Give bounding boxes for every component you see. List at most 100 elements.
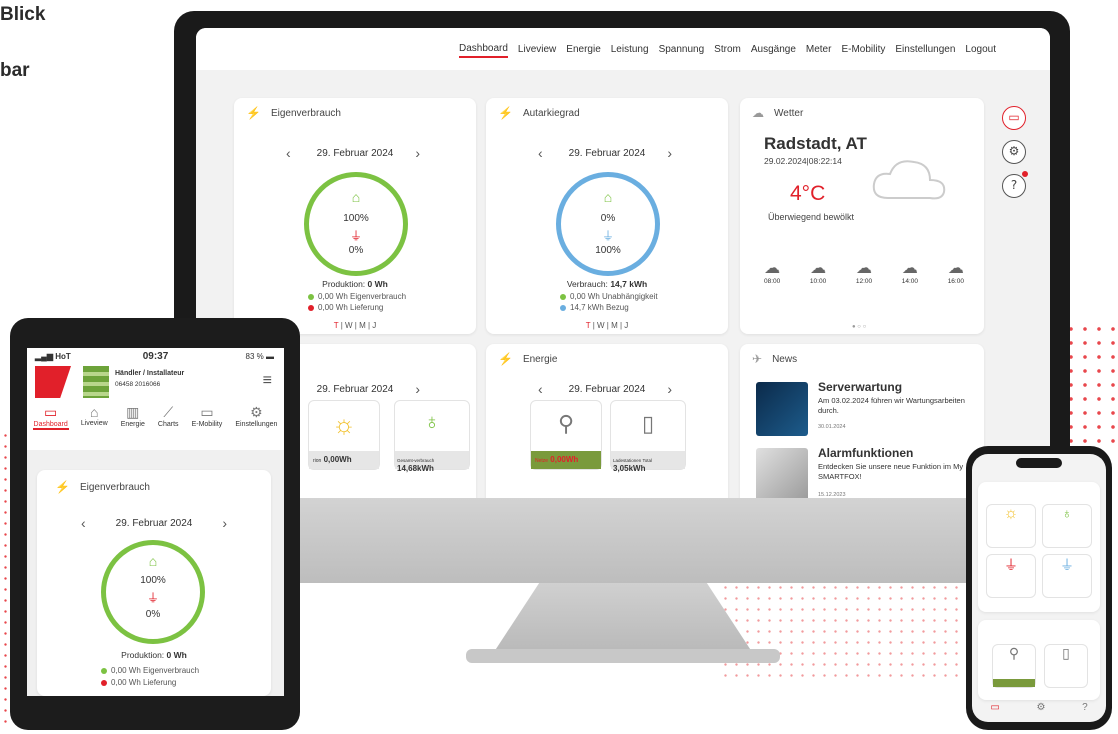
period-selector[interactable]: T | W | M | J bbox=[486, 321, 728, 330]
monitor-icon-button[interactable]: ▭ bbox=[1002, 106, 1026, 130]
battery-tile[interactable]: ⏚ bbox=[1042, 554, 1092, 598]
tablet-eigenverbrauch-card: ⚡ Eigenverbrauch ‹ 29. Februar 2024 › ⌂ 1… bbox=[37, 470, 271, 696]
nav-einstellungen[interactable]: Einstellungen bbox=[895, 42, 955, 57]
ring-top-value: 0% bbox=[600, 213, 616, 224]
news-date: 30.01.2024 bbox=[818, 424, 846, 430]
monitor-icon[interactable]: ▭ bbox=[990, 702, 999, 713]
news-image[interactable] bbox=[756, 448, 808, 498]
sun-icon: ☼ bbox=[1003, 505, 1019, 522]
charging-tile[interactable]: ▯ bbox=[1044, 644, 1088, 688]
card-title: Energie bbox=[522, 353, 558, 365]
phone-energie-card: ☼ ♁ ⏚ ⏚ bbox=[978, 482, 1100, 612]
grid-tile[interactable]: ⚲ Netze 0,00Wh bbox=[530, 400, 602, 470]
news-image[interactable] bbox=[756, 382, 808, 436]
nav-logout[interactable]: Logout bbox=[965, 42, 996, 57]
weather-datetime: 29.02.2024|08:22:14 bbox=[764, 156, 842, 166]
tab-energie[interactable]: ▥ Energie bbox=[121, 404, 145, 428]
tab-dashboard[interactable]: ▭ Dashboard bbox=[34, 404, 68, 428]
date-label: 29. Februar 2024 bbox=[115, 518, 193, 529]
prev-date-icon[interactable]: ‹ bbox=[286, 145, 291, 161]
cloud-icon: ☁ bbox=[901, 260, 918, 277]
nav-strom[interactable]: Strom bbox=[714, 42, 741, 57]
phone-screen: ☼ ♁ ⏚ ⏚ ⚲ ▯ ▭ ⚙ ? bbox=[972, 454, 1106, 722]
nav-liveview[interactable]: Liveview bbox=[518, 42, 556, 57]
solar-panel-icon: ⚡ bbox=[55, 480, 70, 494]
charger-icon: ▯ bbox=[1062, 645, 1070, 661]
pv-tile[interactable]: ☼ bbox=[986, 504, 1036, 548]
ring-bottom-value: 0% bbox=[348, 245, 364, 256]
nav-energie[interactable]: Energie bbox=[566, 42, 600, 57]
phone-bottom-nav: ▭ ⚙ ? bbox=[972, 702, 1106, 713]
power-pylon-icon: ⏚ bbox=[1060, 557, 1074, 573]
card-title: Eigenverbrauch bbox=[270, 107, 341, 119]
tab-charts[interactable]: ⟋ Charts bbox=[158, 404, 179, 428]
date-label: 29. Februar 2024 bbox=[316, 148, 394, 159]
production-label: Produktion: bbox=[121, 650, 165, 660]
legend-lieferung: 0,00 Wh Lieferung bbox=[318, 303, 384, 312]
settings-icon[interactable]: ⚙ bbox=[1036, 702, 1045, 713]
weather-temperature: 4°C bbox=[790, 182, 826, 205]
next-date-icon[interactable]: › bbox=[222, 515, 227, 531]
car-icon: ▭ bbox=[200, 404, 214, 420]
tab-einstellungen[interactable]: ⚙ Einstellungen bbox=[235, 404, 277, 428]
autarkiegrad-ring: ⌂ 0% ⏚ 100% bbox=[556, 172, 660, 276]
news-text: Entdecken Sie unsere neue Funktion im My… bbox=[818, 462, 964, 482]
help-icon-button[interactable]: ? bbox=[1002, 174, 1026, 198]
grid-tile[interactable]: ⚲ bbox=[992, 644, 1036, 688]
tab-liveview[interactable]: ⌂ Liveview bbox=[81, 404, 108, 428]
nav-spannung[interactable]: Spannung bbox=[659, 42, 705, 57]
news-date: 15.12.2023 bbox=[818, 492, 846, 498]
pv-tile[interactable]: ☼ rion 0,00Wh bbox=[308, 400, 380, 470]
pv-value: 0,00Wh bbox=[323, 455, 352, 464]
nav-e-mobility[interactable]: E-Mobility bbox=[841, 42, 885, 57]
prev-date-icon[interactable]: ‹ bbox=[538, 381, 543, 397]
charging-value: 3,05kWh bbox=[613, 464, 646, 473]
consumption-tile[interactable]: ♁ bbox=[1042, 504, 1092, 548]
carousel-dots[interactable]: ● ○ ○ bbox=[852, 324, 866, 330]
nav-dashboard[interactable]: Dashboard bbox=[459, 41, 508, 58]
nav-leistung[interactable]: Leistung bbox=[611, 42, 649, 57]
bulb-icon: ♁ bbox=[1061, 505, 1073, 521]
plug-icon: ⚲ bbox=[557, 411, 575, 436]
solar-panel-icon: ⚡ bbox=[246, 106, 261, 120]
hamburger-menu-icon[interactable]: ≡ bbox=[263, 372, 272, 390]
consumption-value: 14,7 kWh bbox=[610, 279, 648, 289]
news-title[interactable]: Serverwartung bbox=[818, 380, 902, 394]
charging-tile[interactable]: ▯ Ladestationen Total 3,05kWh bbox=[610, 400, 686, 473]
forecast-row: ☁ 08:00 ☁ 10:00 ☁ 12:00 ☁ 14:00 ☁ 16:00 bbox=[764, 260, 964, 285]
date-label: 29. Februar 2024 bbox=[568, 148, 646, 159]
power-pylon-icon: ⏚ bbox=[146, 591, 159, 605]
news-text: Am 03.02.2024 führen wir Wartungsarbeite… bbox=[818, 396, 965, 416]
grid-tile[interactable]: ⏚ bbox=[986, 554, 1036, 598]
ring-top-value: 100% bbox=[343, 213, 369, 224]
consumption-tile[interactable]: ♁ Gesamt-verbrauch 14,68kWh bbox=[394, 400, 470, 473]
next-date-icon[interactable]: › bbox=[667, 145, 672, 161]
prev-date-icon[interactable]: ‹ bbox=[538, 145, 543, 161]
active-tab-indicator bbox=[33, 428, 69, 430]
settings-icon-button[interactable]: ⚙ bbox=[1002, 140, 1026, 164]
cloud-icon: ☁ bbox=[764, 260, 781, 277]
production-value: 0 Wh bbox=[367, 279, 388, 289]
consumption-value: 14,68kWh bbox=[397, 464, 434, 473]
legend-eigenverbrauch: 0,00 Wh Eigenverbrauch bbox=[318, 292, 407, 301]
ring-bottom-value: 100% bbox=[595, 245, 621, 256]
phone-energie-card-2: ⚲ ▯ bbox=[978, 620, 1100, 700]
cloud-icon: ☁ bbox=[855, 260, 872, 277]
house-icon: ⌂ bbox=[90, 404, 99, 420]
next-date-icon[interactable]: › bbox=[415, 381, 420, 397]
legend-lieferung: 0,00 Wh Lieferung bbox=[111, 678, 177, 687]
power-pylon-icon: ⏚ bbox=[1004, 557, 1018, 573]
ring-bottom-value: 0% bbox=[145, 609, 161, 620]
news-title[interactable]: Alarmfunktionen bbox=[818, 446, 913, 460]
help-icon[interactable]: ? bbox=[1082, 702, 1088, 713]
next-date-icon[interactable]: › bbox=[415, 145, 420, 161]
tab-e-mobility[interactable]: ▭ E-Mobility bbox=[192, 404, 223, 428]
prev-date-icon[interactable]: ‹ bbox=[81, 515, 86, 531]
next-date-icon[interactable]: › bbox=[667, 381, 672, 397]
weather-card: ☁ Wetter Radstadt, AT 29.02.2024|08:22:14… bbox=[740, 98, 984, 334]
user-phone: 06458 2016066 bbox=[115, 381, 161, 388]
nav-meter[interactable]: Meter bbox=[806, 42, 832, 57]
nav-ausgaenge[interactable]: Ausgänge bbox=[751, 42, 796, 57]
legend-bezug: 14,7 kWh Bezug bbox=[570, 303, 629, 312]
monitor-stand bbox=[492, 583, 754, 655]
